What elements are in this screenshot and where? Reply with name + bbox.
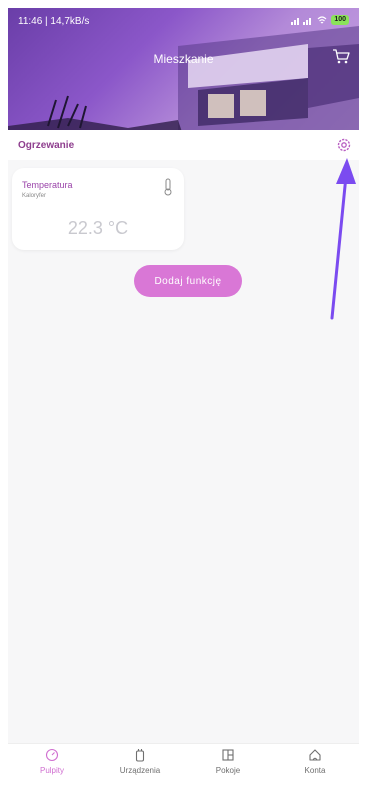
status-icons: 100 [291,15,349,25]
tile-title: Temperatura [22,180,73,190]
tile-subtitle: Kaloryfer [22,193,47,199]
thermometer-icon [164,178,172,196]
arrow-annotation [330,158,356,320]
device-icon [135,749,145,762]
temperature-tile[interactable]: Temperatura Kaloryfer 22.3 °C [12,168,184,250]
temperature-value: 22.3 °C [67,218,129,238]
app-screen: 11:46 | 14,7kB/s 100 Mieszkanie Ogrzewan… [8,8,359,778]
header-banner: 11:46 | 14,7kB/s 100 Mieszkanie [8,8,359,150]
home-title[interactable]: Mieszkanie [8,52,359,66]
status-time: 11:46 | 14,7kB/s [18,16,90,27]
account-icon [309,749,321,761]
nav-devices[interactable]: Urządzenia [96,748,184,775]
signal-icon [291,17,312,25]
nav-label: Urządzenia [119,766,161,775]
cart-icon[interactable] [331,46,351,66]
section-header: Ogrzewanie [8,130,359,160]
nav-label: Pokoje [215,766,241,775]
nav-dashboards[interactable]: Pulpity [8,748,96,775]
battery-icon: 100 [331,15,349,25]
bottom-navigation: Pulpity Urządzenia Pokoje Konta [8,743,359,778]
dashboard-icon [45,748,59,762]
nav-label: Pulpity [39,766,64,775]
room-icon [222,749,234,761]
add-function-button[interactable]: Dodaj funkcję [134,265,242,297]
wifi-icon [317,15,327,23]
nav-accounts[interactable]: Konta [271,748,359,775]
section-title: Ogrzewanie [18,140,75,151]
status-bar: 11:46 | 14,7kB/s 100 [18,14,349,30]
nav-label: Konta [304,766,326,775]
nav-rooms[interactable]: Pokoje [184,748,272,775]
